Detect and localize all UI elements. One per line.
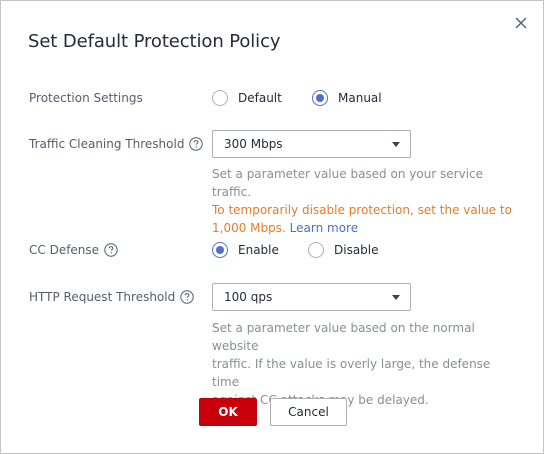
- traffic-threshold-label: Traffic Cleaning Threshold: [29, 137, 204, 151]
- protection-settings-label: Protection Settings: [29, 91, 143, 105]
- radio-default-circle[interactable]: [212, 90, 228, 106]
- question-circle-icon[interactable]: [104, 243, 118, 257]
- radio-enable-circle[interactable]: [212, 242, 228, 258]
- traffic-warning-line: To temporarily disable protection, set t…: [212, 203, 512, 217]
- close-icon[interactable]: [512, 14, 530, 32]
- http-threshold-label: HTTP Request Threshold: [29, 290, 194, 304]
- traffic-threshold-value: 300 Mbps: [224, 137, 283, 151]
- http-threshold-hint: Set a parameter value based on the norma…: [212, 319, 512, 409]
- cancel-button[interactable]: Cancel: [270, 398, 347, 426]
- set-default-protection-policy-dialog: Set Default Protection Policy Protection…: [0, 0, 544, 454]
- radio-disable-circle[interactable]: [308, 242, 324, 258]
- http-threshold-label-text: HTTP Request Threshold: [29, 290, 176, 304]
- question-circle-icon[interactable]: [180, 290, 194, 304]
- learn-more-link[interactable]: Learn more: [290, 221, 358, 235]
- traffic-warning-value: 1,000 Mbps.: [212, 221, 286, 235]
- chevron-down-icon: [392, 142, 400, 147]
- radio-enable[interactable]: Enable: [212, 242, 279, 258]
- http-threshold-value: 100 qps: [224, 290, 273, 304]
- cc-defense-label: CC Defense: [29, 243, 118, 257]
- protection-settings-label-text: Protection Settings: [29, 91, 143, 105]
- radio-disable-label: Disable: [334, 243, 379, 257]
- radio-default[interactable]: Default: [212, 90, 282, 106]
- cc-defense-label-text: CC Defense: [29, 243, 100, 257]
- traffic-hint-line: Set a parameter value based on your serv…: [212, 167, 484, 199]
- traffic-threshold-label-text: Traffic Cleaning Threshold: [29, 137, 185, 151]
- radio-manual-label: Manual: [338, 91, 382, 105]
- traffic-threshold-hint: Set a parameter value based on your serv…: [212, 165, 512, 237]
- radio-default-label: Default: [238, 91, 282, 105]
- chevron-down-icon: [392, 295, 400, 300]
- dialog-title: Set Default Protection Policy: [28, 31, 281, 52]
- radio-enable-label: Enable: [238, 243, 279, 257]
- radio-disable[interactable]: Disable: [308, 242, 379, 258]
- http-hint-line: Set a parameter value based on the norma…: [212, 321, 475, 353]
- radio-manual[interactable]: Manual: [312, 90, 382, 106]
- http-hint-line: against CC attacks may be delayed.: [212, 393, 429, 407]
- http-threshold-select[interactable]: 100 qps: [212, 283, 411, 311]
- question-circle-icon[interactable]: [189, 137, 204, 151]
- ok-button[interactable]: OK: [199, 398, 257, 426]
- radio-manual-circle[interactable]: [312, 90, 328, 106]
- http-hint-line: traffic. If the value is overly large, t…: [212, 357, 491, 389]
- traffic-threshold-select[interactable]: 300 Mbps: [212, 130, 411, 158]
